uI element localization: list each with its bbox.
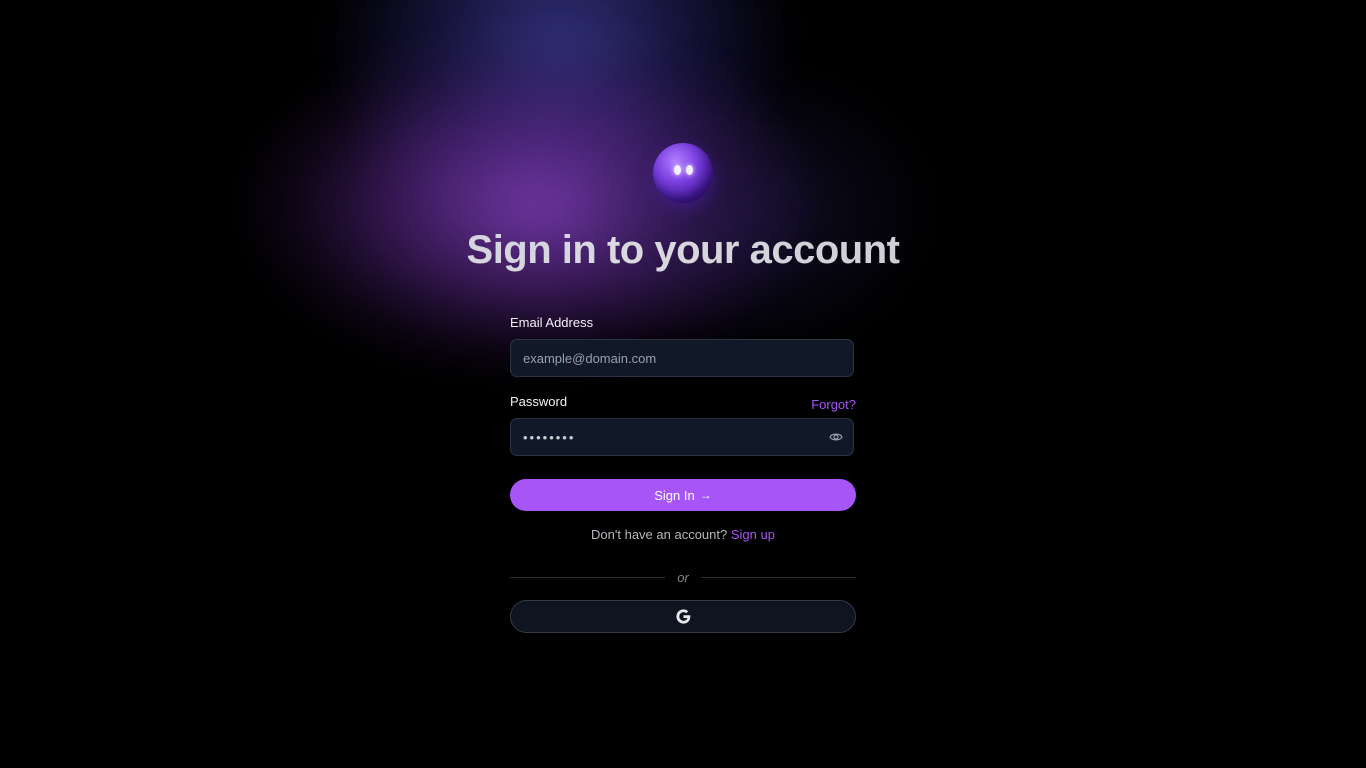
sign-in-button[interactable]: Sign In → xyxy=(510,479,856,511)
sign-in-button-label: Sign In xyxy=(654,487,695,503)
or-divider: or xyxy=(510,569,856,585)
arrow-right-icon: → xyxy=(699,488,712,502)
orb-mascot-icon xyxy=(653,143,713,203)
forgot-password-link[interactable]: Forgot? xyxy=(811,397,856,412)
mascot-left-eye xyxy=(674,165,681,175)
divider-line-left xyxy=(510,576,665,578)
sign-up-link[interactable]: Sign up xyxy=(731,527,775,542)
email-field-container xyxy=(510,339,854,377)
page-title: Sign in to your account xyxy=(0,228,1366,273)
sign-in-form: Email Address Password Forgot? Sign In →… xyxy=(510,314,856,633)
email-field[interactable] xyxy=(523,340,823,376)
password-header: Password Forgot? xyxy=(510,393,856,412)
eye-icon[interactable] xyxy=(829,431,843,443)
sign-in-page: Sign in to your account Email Address Pa… xyxy=(0,0,1366,768)
password-label: Password xyxy=(510,394,568,409)
mascot-right-eye xyxy=(686,165,693,175)
signup-prompt: Don't have an account? Sign up xyxy=(510,527,856,543)
divider-line-right xyxy=(701,576,856,578)
divider-text: or xyxy=(677,569,689,585)
google-icon xyxy=(675,609,690,624)
password-field[interactable] xyxy=(523,419,823,455)
signup-prompt-text: Don't have an account? xyxy=(591,527,728,542)
password-field-container xyxy=(510,418,854,456)
google-sign-in-button[interactable] xyxy=(510,600,856,633)
email-label: Email Address xyxy=(510,315,594,330)
